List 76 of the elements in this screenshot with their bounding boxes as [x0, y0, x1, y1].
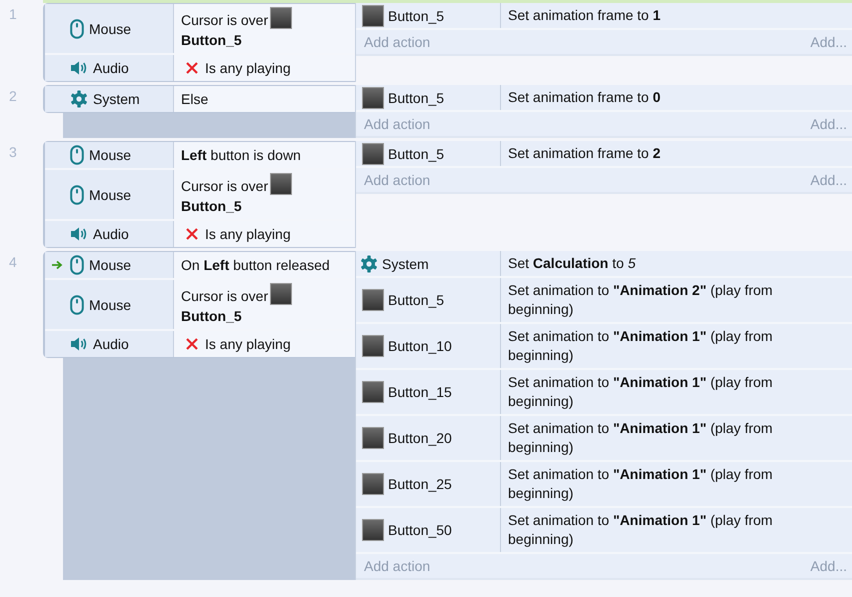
- condition-text: Cursor is over: [181, 178, 268, 194]
- mouse-icon: [70, 294, 84, 314]
- sprite-icon: [362, 519, 384, 541]
- speaker-icon: [70, 60, 88, 76]
- object-name: Button_5: [388, 292, 444, 308]
- event-number: 3: [9, 144, 17, 160]
- mouse-icon: [70, 145, 84, 165]
- object-name: Button_15: [388, 384, 452, 400]
- condition-row[interactable]: Mouse On Left button released: [45, 252, 355, 280]
- object-name: Audio: [93, 60, 129, 76]
- condition-row[interactable]: Mouse Left button is down: [45, 142, 355, 170]
- object-name: Button_20: [388, 430, 452, 446]
- condition-row[interactable]: System Else: [45, 86, 355, 112]
- sprite-icon: [362, 381, 384, 403]
- action-text: Set animation frame to 1: [508, 6, 661, 25]
- object-name: Button_25: [388, 476, 452, 492]
- object-name: Audio: [93, 226, 129, 242]
- speaker-icon: [70, 226, 88, 242]
- event-number: 1: [9, 6, 17, 22]
- object-name: Mouse: [89, 257, 132, 273]
- sprite-icon: [362, 289, 384, 311]
- condition-row[interactable]: Mouse Cursor is over Button_5: [45, 4, 355, 55]
- action-text: Set animation to "Animation 1" (play from beginning): [508, 511, 774, 549]
- action-text: Set animation to "Animation 1" (play from beginning): [508, 465, 774, 503]
- condition-text: Is any playing: [205, 336, 291, 352]
- sprite-icon: [270, 7, 292, 29]
- object-name: Button_50: [388, 522, 452, 538]
- object-name: Button_5: [388, 8, 444, 24]
- condition-text: Left button is down: [181, 147, 301, 163]
- sprite-icon: [362, 86, 384, 108]
- action-text: Set animation to "Animation 1" (play from beginning): [508, 419, 774, 457]
- action-text: Set Calculation to 5: [508, 254, 636, 273]
- condition-text: Is any playing: [205, 60, 291, 76]
- condition-text: Is any playing: [205, 226, 291, 242]
- object-name: Mouse: [89, 296, 132, 312]
- mouse-icon: [70, 18, 84, 38]
- condition-row[interactable]: Mouse Cursor is over Button_5: [45, 170, 355, 221]
- sprite-icon: [270, 173, 292, 195]
- action-text: Set animation to "Animation 2" (play from beginning): [508, 281, 774, 319]
- sprite-icon: [270, 283, 292, 305]
- object-name: Mouse: [89, 147, 132, 163]
- object-name: Button_5: [388, 146, 444, 162]
- mouse-icon: [70, 184, 84, 204]
- object-name: Mouse: [89, 186, 132, 202]
- condition-row[interactable]: Audio Is any playing: [45, 221, 355, 247]
- action-text: Set animation frame to 2: [508, 144, 661, 163]
- gear-icon: [360, 254, 378, 272]
- sprite-icon: [362, 4, 384, 26]
- mouse-icon: [70, 255, 84, 275]
- condition-row[interactable]: Audio Is any playing: [45, 331, 355, 357]
- object-name: Button_5: [388, 90, 444, 106]
- object-name: Button_10: [388, 338, 452, 354]
- sprite-icon: [362, 427, 384, 449]
- condition-row[interactable]: Mouse Cursor is over Button_5: [45, 280, 355, 331]
- object-name: System: [382, 256, 429, 272]
- object-name: Button_5: [181, 31, 243, 50]
- event-number: 2: [9, 88, 17, 104]
- condition-text: On Left button released: [181, 257, 330, 273]
- sprite-icon: [362, 473, 384, 495]
- action-text: Set animation to "Animation 1" (play from beginning): [508, 373, 774, 411]
- object-name: Button_5: [181, 197, 243, 216]
- sprite-icon: [362, 142, 384, 164]
- condition-text: Else: [181, 91, 208, 107]
- gear-icon: [70, 90, 88, 108]
- action-text: Set animation frame to 0: [508, 88, 661, 107]
- condition-text: Cursor is over: [181, 12, 268, 28]
- action-text: Set animation to "Animation 1" (play from beginning): [508, 327, 774, 365]
- object-name: Audio: [93, 336, 129, 352]
- object-name: Mouse: [89, 20, 132, 36]
- condition-row[interactable]: Audio Is any playing: [45, 55, 355, 81]
- sprite-icon: [362, 335, 384, 357]
- event-number: 4: [9, 254, 17, 270]
- condition-text: Cursor is over: [181, 288, 268, 304]
- object-name: Button_5: [181, 307, 243, 326]
- object-name: System: [93, 91, 140, 107]
- speaker-icon: [70, 336, 88, 352]
